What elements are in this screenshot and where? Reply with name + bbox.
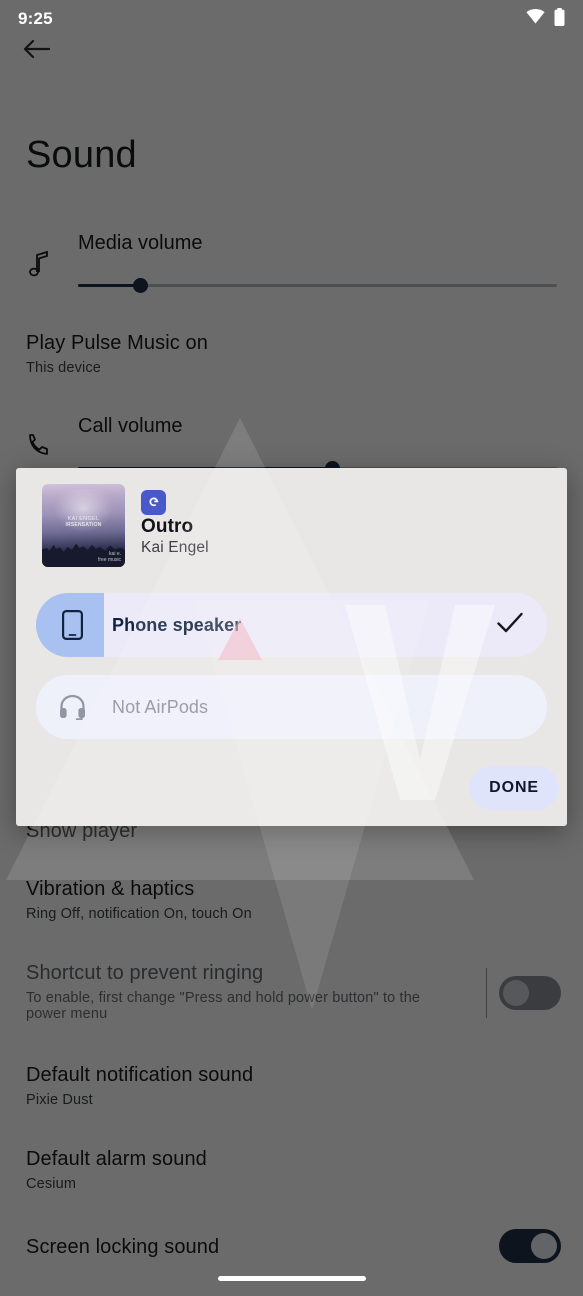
- status-bar: 9:25: [0, 0, 583, 38]
- device-label-phone-speaker: Phone speaker: [112, 614, 242, 635]
- checkmark-icon: [497, 612, 523, 638]
- default-alarm-sound-row[interactable]: Default alarm sound Cesium: [26, 1148, 583, 1192]
- shortcut-prevent-ringing-subtitle: To enable, first change "Press and hold …: [26, 990, 421, 1022]
- media-volume-label: Media volume: [78, 232, 203, 254]
- phone-speaker-icon: [58, 610, 86, 640]
- media-volume-slider-thumb[interactable]: [133, 278, 149, 293]
- status-time: 9:25: [18, 9, 53, 28]
- shortcut-prevent-ringing-title: Shortcut to prevent ringing: [26, 962, 264, 984]
- page-title: Sound: [26, 134, 137, 176]
- default-alarm-sound-title: Default alarm sound: [26, 1148, 207, 1170]
- back-button[interactable]: [12, 28, 60, 74]
- play-on-subtitle: This device: [26, 360, 101, 376]
- status-icons: [526, 7, 565, 31]
- album-artwork: KAI ENGEL IRSENSATION kai e. free music: [42, 484, 125, 567]
- device-label-not-airpods: Not AirPods: [112, 696, 209, 717]
- shortcut-divider: [486, 968, 487, 1018]
- vibration-haptics-subtitle: Ring Off, notification On, touch On: [26, 906, 252, 922]
- track-title: Outro: [141, 516, 194, 537]
- play-on-row[interactable]: Play Pulse Music on This device: [26, 332, 583, 376]
- back-arrow-icon: [23, 37, 50, 66]
- headphones-icon: [58, 694, 86, 720]
- default-notification-sound-subtitle: Pixie Dust: [26, 1092, 93, 1108]
- default-notification-sound-title: Default notification sound: [26, 1064, 254, 1086]
- media-volume-slider-fill: [78, 284, 141, 287]
- wifi-icon: [526, 9, 545, 29]
- call-volume-label: Call volume: [78, 415, 183, 437]
- toggle-knob: [531, 1233, 557, 1259]
- shortcut-prevent-ringing-toggle: [499, 976, 561, 1010]
- phone-icon: [26, 431, 52, 464]
- vibration-haptics-title: Vibration & haptics: [26, 878, 195, 900]
- device-row-phone-speaker[interactable]: Phone speaker: [36, 593, 547, 657]
- shortcut-prevent-ringing-row: Shortcut to prevent ringing To enable, f…: [26, 962, 463, 1022]
- screen-locking-sound-toggle[interactable]: [499, 1229, 561, 1263]
- battery-icon: [554, 7, 565, 31]
- device-row-not-airpods: Not AirPods: [36, 675, 547, 739]
- artwork-overlay-text: KAI ENGEL IRSENSATION: [65, 515, 102, 529]
- toggle-knob: [503, 980, 529, 1006]
- home-indicator: [217, 1276, 366, 1281]
- track-artist: Kai Engel: [141, 539, 209, 556]
- play-on-title: Play Pulse Music on: [26, 332, 208, 354]
- done-button[interactable]: DONE: [469, 766, 559, 810]
- music-note-icon: [26, 248, 52, 283]
- vibration-haptics-row[interactable]: Vibration & haptics Ring Off, notificati…: [26, 878, 583, 922]
- artwork-corner-mark: kai e. free music: [97, 551, 121, 563]
- pulse-music-app-icon: [141, 490, 166, 515]
- default-notification-sound-row[interactable]: Default notification sound Pixie Dust: [26, 1064, 583, 1108]
- media-volume-slider[interactable]: [78, 278, 557, 293]
- default-alarm-sound-subtitle: Cesium: [26, 1176, 77, 1192]
